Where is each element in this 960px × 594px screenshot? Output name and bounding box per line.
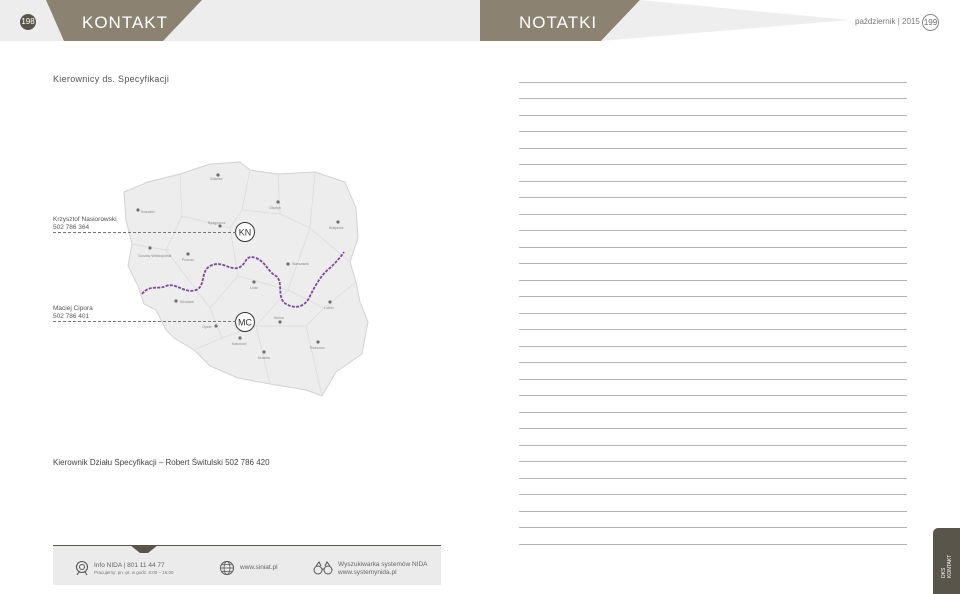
globe-icon <box>220 561 234 575</box>
notes-line <box>519 148 907 149</box>
notes-line <box>519 164 907 165</box>
notes-line <box>519 263 907 264</box>
notes-line <box>519 247 907 248</box>
side-tab-line2: KONTAKT <box>947 554 953 578</box>
mc-initials: MC <box>238 318 252 328</box>
city-label: Olsztyn <box>269 206 281 210</box>
notes-line <box>519 296 907 297</box>
notes-line <box>519 329 907 330</box>
notes-line <box>519 362 907 363</box>
manager-phone: 502 786 401 <box>53 312 90 320</box>
notes-line <box>519 478 907 479</box>
city-label: Opole <box>202 325 212 329</box>
leader-line-kn <box>53 232 236 233</box>
city-label: Kraków <box>258 356 270 360</box>
notes-line <box>519 412 907 413</box>
side-tab-label: DKS KONTAKT <box>941 555 953 578</box>
city-label: Poznań <box>182 258 194 262</box>
footer-divider <box>53 545 441 546</box>
city-label: Koszalin <box>141 210 155 214</box>
notes-line <box>519 461 907 462</box>
search-label: Wyszukiwarka systemów NIDA <box>338 561 428 568</box>
issue-date: październik | 2015 <box>855 17 920 26</box>
notes-line <box>519 82 907 83</box>
notes-line <box>519 98 907 99</box>
notes-line <box>519 280 907 281</box>
footer-notch <box>130 545 158 553</box>
city-label: Łódź <box>250 286 258 290</box>
info-icon <box>75 560 89 576</box>
binoculars-icon <box>313 561 333 575</box>
city-label: Białystok <box>329 226 344 230</box>
manager-name: Krzysztof Nasiorowski <box>53 216 117 223</box>
notes-line <box>519 544 907 545</box>
kn-initials: KN <box>239 228 252 238</box>
city-label: Gorzów Wielkopolski <box>138 254 172 258</box>
city-label: Lublin <box>324 306 334 310</box>
notes-line <box>519 527 907 528</box>
notes-line <box>519 395 907 396</box>
website-link[interactable]: www.siniat.pl <box>240 564 278 571</box>
city-label: Warszawa <box>292 262 309 266</box>
city-label: Wrocław <box>180 300 194 304</box>
manager-kn: Krzysztof Nasiorowski 502 786 364 <box>53 216 117 231</box>
notes-line <box>519 445 907 446</box>
page-title-notatki: NOTATKI <box>519 13 598 32</box>
city-label: Rzeszów <box>310 346 325 350</box>
section-heading: Kierownicy ds. Specyfikacji <box>53 74 170 84</box>
notes-line <box>519 197 907 198</box>
notes-line <box>519 379 907 380</box>
info-line: Info NIDA | 801 11 44 77 <box>94 562 165 569</box>
notes-line <box>519 494 907 495</box>
notes-line <box>519 428 907 429</box>
city-label: Katowice <box>232 342 247 346</box>
department-head: Kierownik Działu Specyfikacji – Robert Ś… <box>53 458 270 467</box>
city-label: Bydgoszcz <box>208 221 226 225</box>
manager-name: Maciej Cipora <box>53 305 93 312</box>
city-label: Kielce <box>274 316 284 320</box>
leader-line-mc <box>53 321 236 322</box>
hours-line: Pracujemy: pn.-pt. w godz. 8:00 – 16:00 <box>94 570 174 575</box>
city-label: Gdańsk <box>210 177 223 181</box>
section-side-tab[interactable]: DKS KONTAKT <box>933 528 960 594</box>
notes-line <box>519 181 907 182</box>
right-page-number: 199 <box>922 14 939 31</box>
notes-line <box>519 511 907 512</box>
notes-line <box>519 214 907 215</box>
manager-mc: Maciej Cipora 502 786 401 <box>53 305 93 320</box>
left-page-number: 198 <box>20 14 36 30</box>
notes-line <box>519 346 907 347</box>
map-outline <box>123 161 369 397</box>
notes-line <box>519 230 907 231</box>
page-title-kontakt: KONTAKT <box>82 13 169 32</box>
manager-phone: 502 786 364 <box>53 223 90 231</box>
search-link[interactable]: www.systemynida.pl <box>338 569 397 576</box>
notes-line <box>519 313 907 314</box>
notes-line <box>519 115 907 116</box>
notes-line <box>519 131 907 132</box>
poland-map: Gdańsk Koszalin Olsztyn Bydgoszcz Białys… <box>123 161 369 397</box>
